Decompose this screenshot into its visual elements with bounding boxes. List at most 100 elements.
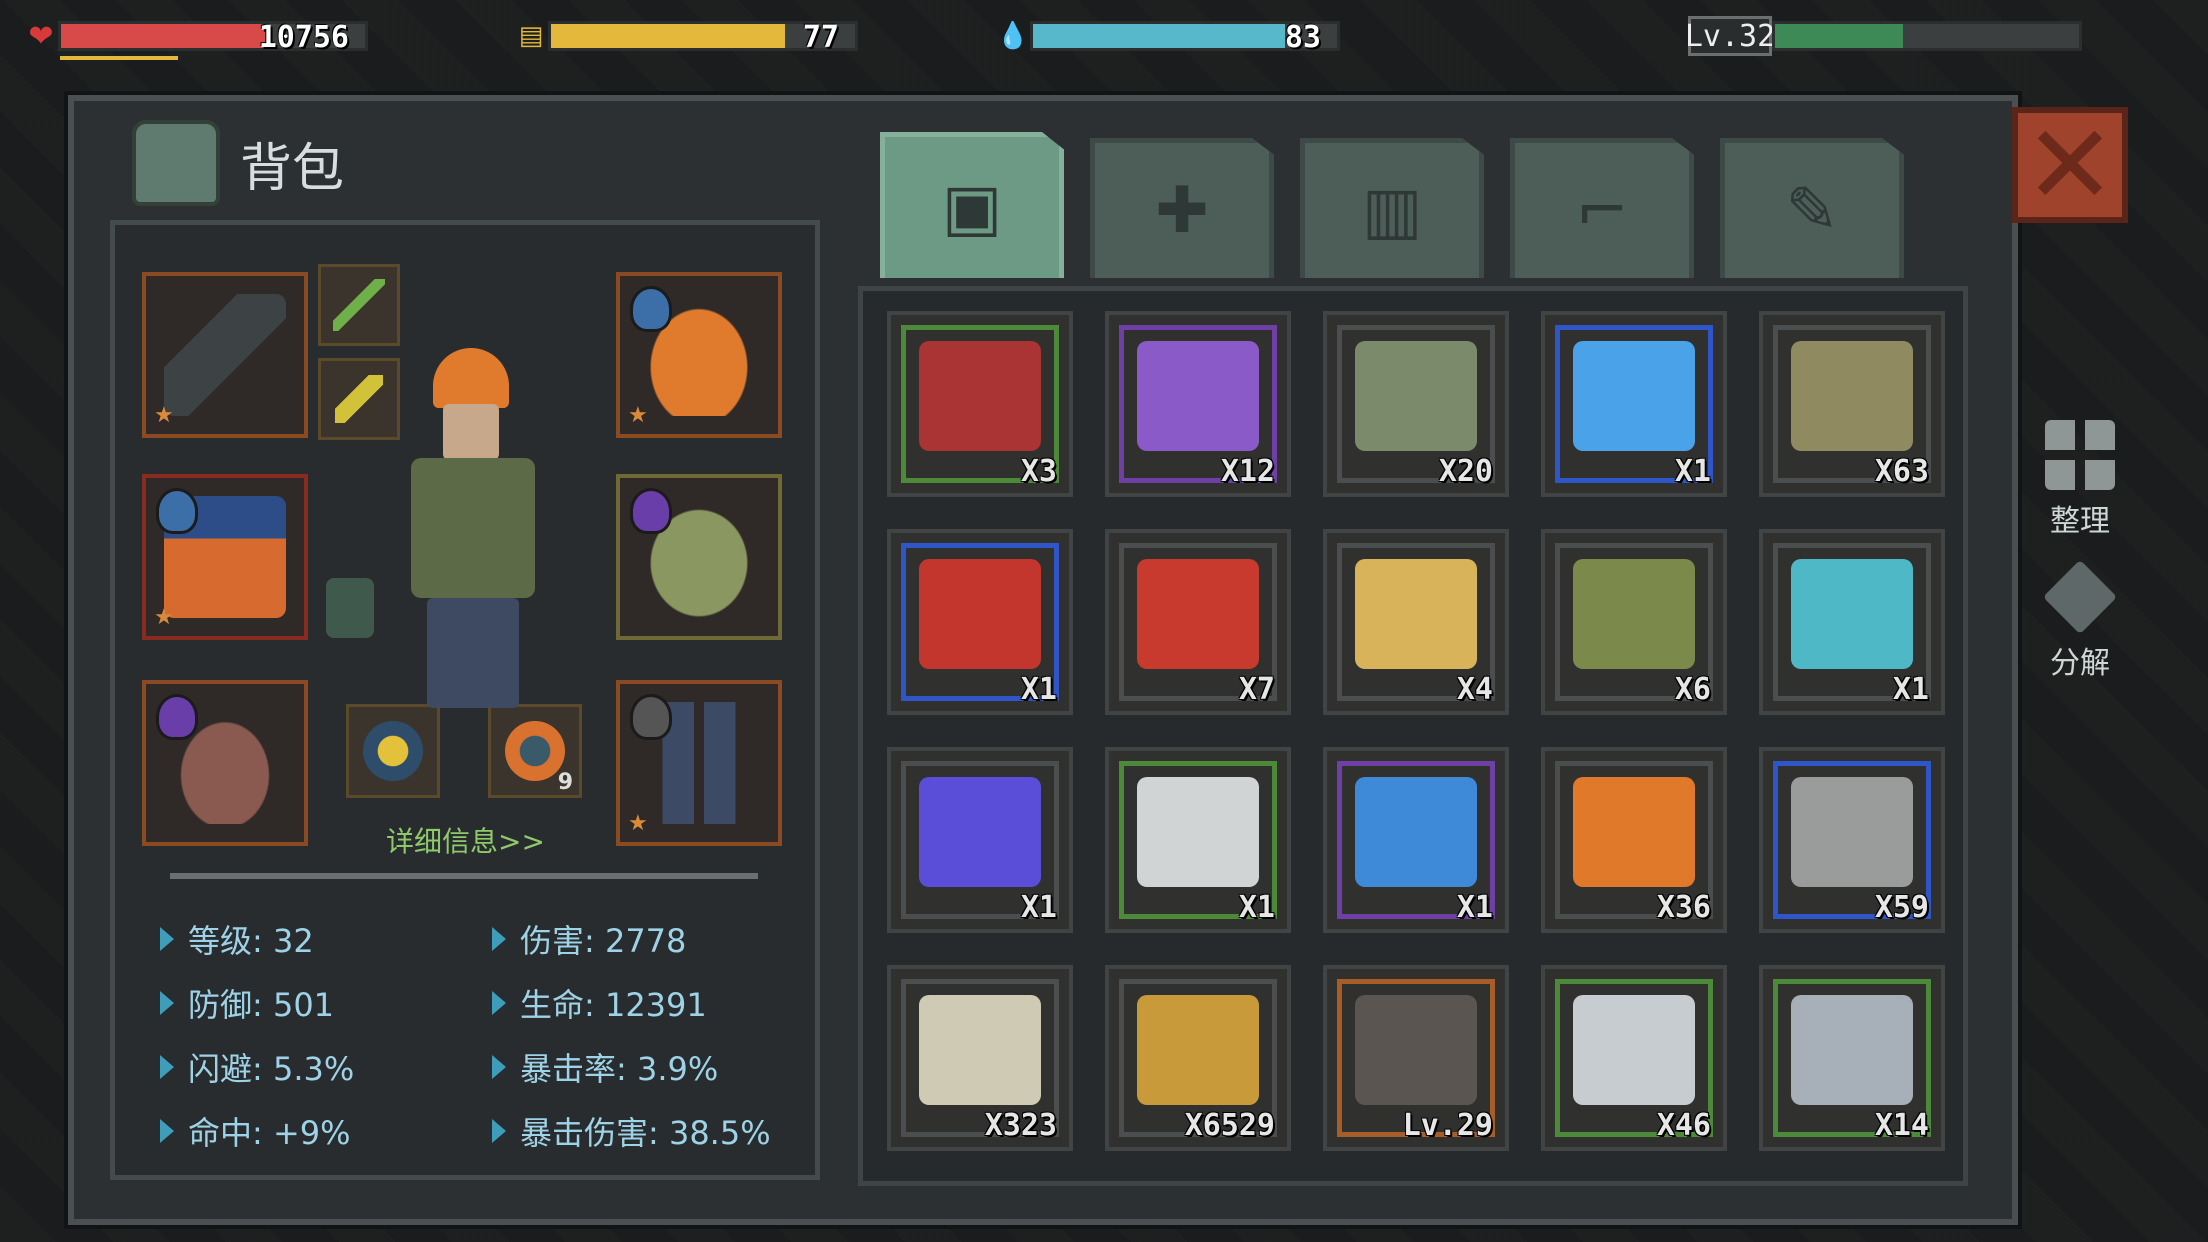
triangle-icon [492,991,506,1015]
backpack-slot[interactable]: ★ [142,474,308,640]
tab-medical[interactable]: ✚ [1090,138,1274,278]
medic-bag-icon [1791,341,1913,451]
triangle-icon [160,1055,174,1079]
level-bar [1772,21,2082,51]
panel-title-text: 背包 [240,138,345,199]
water-meter: 💧 83 [996,14,1340,58]
stat-level: 等级: 32 [160,916,314,962]
armor-slot[interactable] [616,474,782,640]
close-x-icon: ✕ [2023,101,2117,229]
heart-icon: ❤ [28,18,54,54]
water-value: 83 [1284,20,1321,55]
item-quantity: X36 [1656,890,1711,925]
inventory-slot[interactable]: X1 [1541,311,1727,497]
red-medkit-icon [1137,559,1259,669]
backpack-icon [132,120,220,206]
character-face [443,404,499,460]
bread-icon: ▤ [518,21,544,51]
tab-backpack[interactable]: ▣ [880,132,1064,278]
blue-badge-icon [630,286,672,332]
gun-icon: ⌐ [1575,173,1629,248]
close-button[interactable]: ✕ [2012,107,2128,223]
hp-meter: ❤ 10756 [24,14,368,58]
inventory-slot[interactable]: X1 [1323,747,1509,933]
carrot-icon [1573,777,1695,887]
inventory-slot[interactable]: X6 [1541,529,1727,715]
item-quantity: Lv.29 [1402,1108,1493,1143]
inventory-slot[interactable]: X1 [1105,747,1291,933]
purple-badge-icon [630,488,672,534]
stat-accuracy: 命中: +9% [160,1108,351,1154]
inventory-slot[interactable]: X323 [887,965,1073,1151]
stat-defense: 防御: 501 [160,980,334,1026]
iron-ore-icon [1573,995,1695,1105]
inventory-slot[interactable]: X6529 [1105,965,1291,1151]
gear-badge-icon [363,721,423,781]
inventory-slot[interactable]: X4 [1323,529,1509,715]
triangle-icon [492,1119,506,1143]
player-character [393,348,553,708]
triangle-icon [492,1055,506,1079]
stats-divider [170,873,758,879]
inventory-grid: X3 X12 X20 X1 X63 X1 X7 X4 X6 X1 X1 X1 X1 X36 X59 X323 X… [858,286,1968,1186]
triangle-icon [160,991,174,1015]
hunger-value: 77 [802,20,839,55]
gray-badge-icon [630,694,672,740]
purple-crate-icon [1137,341,1259,451]
detail-info-link[interactable]: 详细信息>> [386,820,545,860]
helmet-slot[interactable]: ★ [616,272,782,438]
inventory-slot[interactable]: X63 [1759,311,1945,497]
item-quantity: X323 [984,1108,1057,1143]
porridge-bowl-icon [1355,559,1477,669]
inventory-slot[interactable]: X14 [1759,965,1945,1151]
inventory-slot[interactable]: X7 [1105,529,1291,715]
backpack-icon: ▣ [941,170,1003,245]
stat-crit-damage: 暴击伤害: 38.5% [492,1108,771,1154]
star-icon: ★ [628,403,648,428]
accessory-slot-1[interactable] [346,704,440,798]
accessory-slot-2[interactable]: 9 [488,704,582,798]
purple-badge-icon [156,694,198,740]
tab-weapons[interactable]: ⌐ [1510,138,1694,278]
item-quantity: X3 [1020,454,1057,489]
tools-icon: ✎ [1785,173,1839,248]
melee-slot[interactable] [318,264,400,346]
item-quantity: X46 [1656,1108,1711,1143]
inventory-slot[interactable]: X1 [887,529,1073,715]
blue-badge-icon [156,488,198,534]
weapon-slot[interactable]: ★ [142,272,308,438]
inventory-slot[interactable]: X1 [887,747,1073,933]
soup-can-icon [1355,341,1477,451]
inventory-slot[interactable]: X46 [1541,965,1727,1151]
triangle-icon [492,927,506,951]
pants-slot[interactable]: ★ [616,680,782,846]
star-icon: ★ [154,403,174,428]
star-icon: ★ [154,605,174,630]
boots-slot[interactable] [142,680,308,846]
triangle-icon [160,1119,174,1143]
stat-damage: 伤害: 2778 [492,916,686,962]
download-device-icon [1137,777,1259,887]
character-helmet [433,348,509,408]
inventory-slot[interactable]: Lv.29 [1323,965,1509,1151]
tab-tools[interactable]: ✎ [1720,138,1904,278]
hp-bar: 10756 [58,20,368,55]
item-quantity: X14 [1874,1108,1929,1143]
inventory-slot[interactable]: X20 [1323,311,1509,497]
inventory-slot[interactable]: X36 [1541,747,1727,933]
bandage-icon [919,995,1041,1105]
ammo-box-icon [1137,995,1259,1105]
sort-button[interactable]: 整理 [2030,420,2130,540]
inventory-slot[interactable]: X59 [1759,747,1945,933]
inventory-slot[interactable]: X12 [1105,311,1291,497]
stat-crit-rate: 暴击率: 3.9% [492,1044,718,1090]
microchip-icon [1791,777,1913,887]
inventory-slot[interactable]: X1 [1759,529,1945,715]
dismantle-button[interactable]: 分解 [2030,559,2130,682]
tab-food[interactable]: ▥ [1300,138,1484,278]
item-quantity: X7 [1238,672,1275,707]
item-quantity: X20 [1438,454,1493,489]
dismantle-label: 分解 [2050,646,2110,681]
inventory-slot[interactable]: X3 [887,311,1073,497]
gadget-slot[interactable] [318,358,400,440]
